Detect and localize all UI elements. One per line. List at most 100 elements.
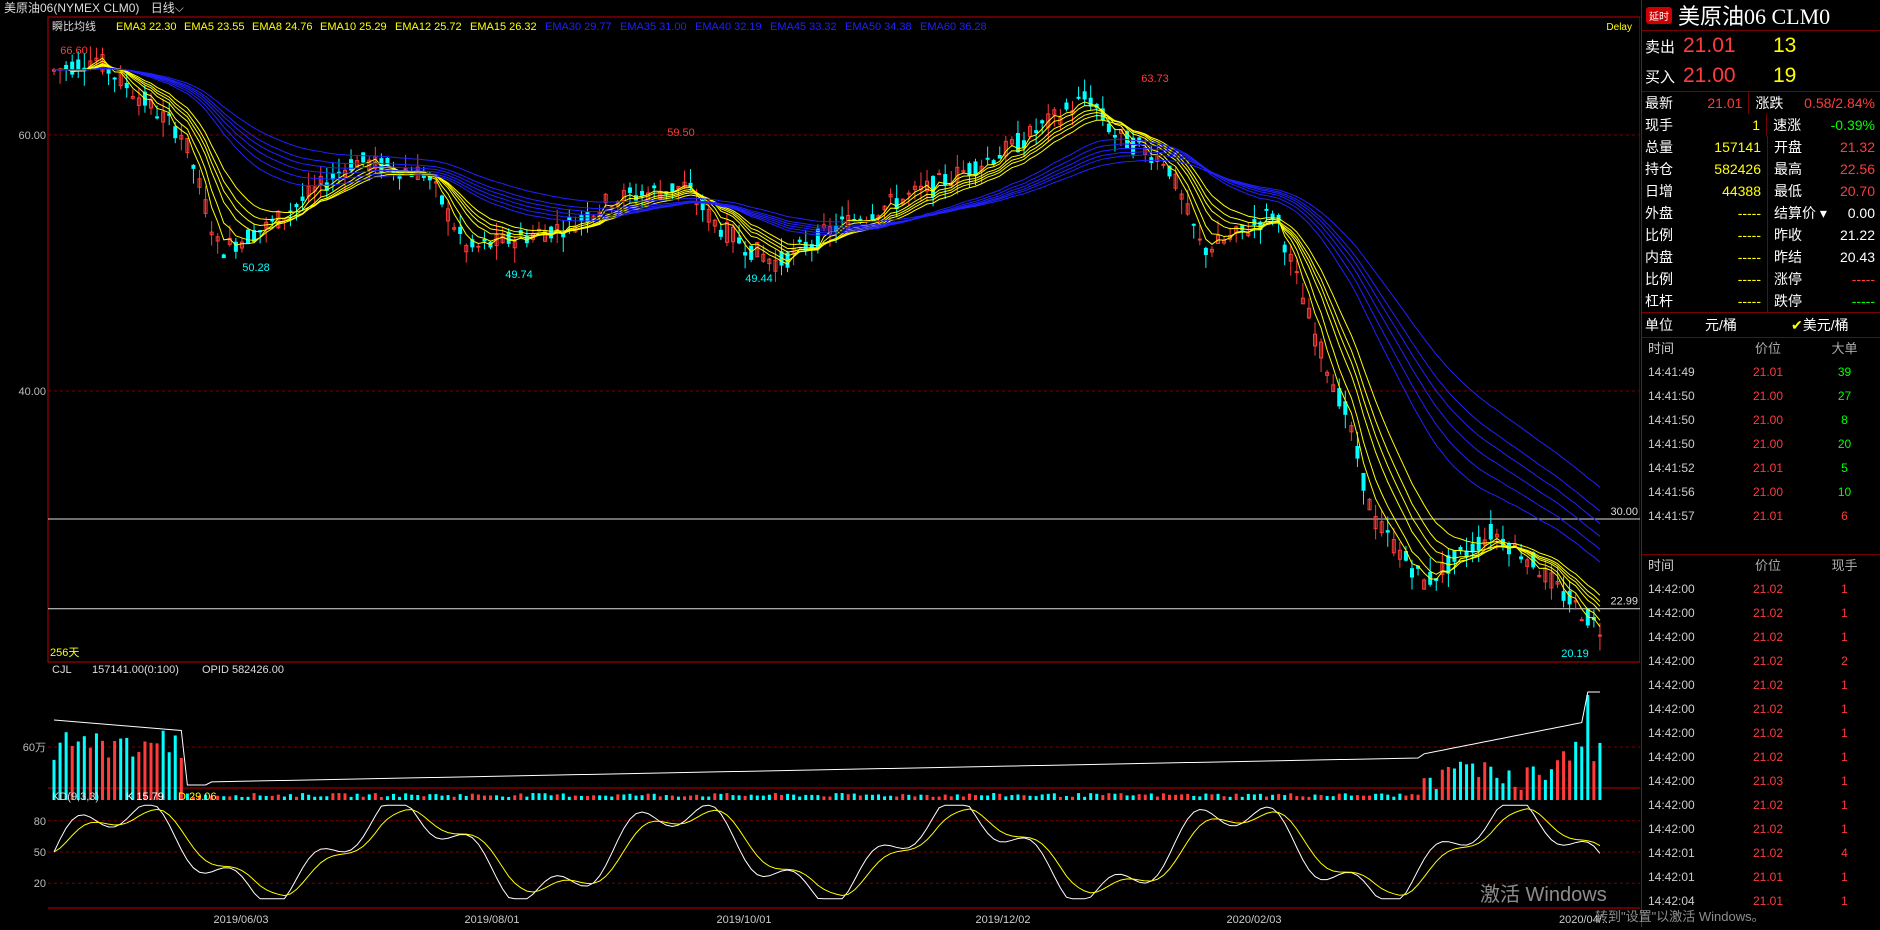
quote-field-label: 持仓 [1645, 161, 1673, 177]
volume-bar [1258, 793, 1262, 800]
tick-volume: 1 [1841, 630, 1848, 644]
volume-bar [161, 730, 165, 800]
volume-bar [1283, 795, 1287, 800]
volume-bar [1331, 796, 1335, 800]
candle-body [737, 237, 742, 244]
ema-legend-item: EMA30 29.77 [545, 21, 612, 33]
big-order-row[interactable]: 14:41:50 21.00 8 [1642, 408, 1880, 432]
volume-bar [1186, 793, 1190, 800]
ask-label: 卖出 [1645, 38, 1676, 56]
volume-bar [658, 796, 662, 800]
volume-bar [864, 794, 868, 800]
tick-row[interactable]: 14:42:01 21.01 1 [1642, 865, 1880, 889]
tick-row[interactable]: 14:42:00 21.02 1 [1642, 601, 1880, 625]
candle-body [985, 157, 990, 160]
tick-row[interactable]: 14:42:00 21.02 1 [1642, 673, 1880, 697]
volume-bar [234, 795, 238, 800]
volume-bar [1392, 796, 1396, 800]
volume-bar [804, 794, 808, 800]
volume-bar [1234, 793, 1238, 800]
volume-bar [1040, 794, 1044, 800]
volume-bar [1004, 796, 1008, 800]
tick-row[interactable]: 14:42:01 21.02 4 [1642, 841, 1880, 865]
candle-body [1034, 130, 1039, 134]
column-header: 大单 [1831, 341, 1858, 356]
quote-row: 内盘 ----- 昨结 20.43 [1642, 246, 1880, 268]
kline-chart[interactable]: 60.00 40.00 30.00 22.99 瞬比均线 EMA3 22.30 EMA5 2… [0, 16, 1641, 927]
volume-bar [1034, 796, 1038, 800]
volume-bar [1374, 793, 1378, 800]
candle-body [1106, 123, 1111, 133]
volume-bar [119, 738, 123, 800]
candle-body [1452, 550, 1457, 562]
column-header: 现手 [1831, 558, 1858, 573]
volume-bar [373, 793, 377, 800]
quote-field-label: 比例 [1645, 227, 1673, 243]
top-bar: 美原油06(NYMEX CLM0) 日线⌵ [0, 0, 1640, 16]
candle-body [1282, 244, 1287, 253]
volume-bar [955, 794, 959, 800]
activation-watermark: 激活 Windows [1480, 884, 1607, 906]
quote-field-value: 20.43 [1839, 249, 1875, 265]
volume-bar [1301, 796, 1305, 800]
volume-bar [361, 796, 365, 800]
tick-list[interactable]: 14:42:00 21.02 1 14:42:00 21.02 1 14:42:00 21.0… [1642, 577, 1880, 913]
quote-field-value: 0.58/2.84% [1804, 95, 1875, 111]
candle-body [506, 231, 511, 244]
volume-bar [1489, 766, 1493, 800]
volume-bar [240, 796, 244, 800]
big-order-row[interactable]: 14:41:57 21.01 6 [1642, 504, 1880, 528]
chart-area[interactable]: 60.00 40.00 30.00 22.99 瞬比均线 EMA3 22.30 EMA5 2… [0, 16, 1641, 927]
unit-cny-option[interactable]: 元/桶 [1705, 315, 1791, 335]
tick-volume: 1 [1841, 870, 1848, 884]
volume-bar [422, 796, 426, 800]
volume-bar [1446, 766, 1450, 800]
tick-row[interactable]: 14:42:00 21.02 1 [1642, 817, 1880, 841]
tick-row[interactable]: 14:42:00 21.02 1 [1642, 721, 1880, 745]
delay-label: Delay [1606, 22, 1632, 33]
big-order-row[interactable]: 14:41:50 21.00 27 [1642, 384, 1880, 408]
volume-bar [392, 793, 395, 800]
big-order-row[interactable]: 14:41:52 21.01 5 [1642, 456, 1880, 480]
order-time: 14:41:50 [1648, 413, 1695, 427]
candle-body [1385, 530, 1390, 533]
ema-legend-item: EMA8 24.76 [252, 21, 313, 33]
symbol-selector[interactable]: 美原油06(NYMEX CLM0) [4, 1, 139, 15]
big-order-list[interactable]: 14:41:49 21.01 39 14:41:50 21.00 27 14:41:50 21… [1642, 360, 1880, 528]
ema-legend-item: EMA10 25.29 [320, 21, 387, 33]
quote-grid: 最新 21.01 涨跌 0.58/2.84% 现手 1 速涨 -0.39% 总量 157141 开盘… [1642, 91, 1880, 313]
volume-bar [707, 796, 711, 800]
tick-row[interactable]: 14:42:00 21.02 1 [1642, 697, 1880, 721]
tick-row[interactable]: 14:42:00 21.02 1 [1642, 745, 1880, 769]
tick-row[interactable]: 14:42:00 21.02 1 [1642, 793, 1880, 817]
order-time: 14:41:57 [1648, 509, 1695, 523]
volume-bar [489, 795, 492, 800]
volume-bar [773, 793, 777, 800]
volume-bar [877, 794, 880, 800]
quote-row: 最新 21.01 涨跌 0.58/2.84% [1642, 92, 1880, 114]
tick-row[interactable]: 14:42:00 21.02 1 [1642, 625, 1880, 649]
tick-row[interactable]: 14:42:00 21.02 2 [1642, 649, 1880, 673]
candle-body [246, 229, 250, 245]
tick-row[interactable]: 14:42:00 21.03 1 [1642, 769, 1880, 793]
ema-legend-item: EMA5 23.55 [184, 21, 245, 33]
big-order-row[interactable]: 14:41:50 21.00 20 [1642, 432, 1880, 456]
period-selector[interactable]: 日线⌵ [147, 1, 184, 15]
candle-body [1579, 619, 1584, 622]
volume-bar [1052, 793, 1056, 800]
volume-bar [434, 794, 438, 800]
volume-bar [1452, 768, 1456, 800]
unit-usd-option[interactable]: 美元/桶 [1803, 315, 1849, 335]
kd-indicator-name: KD(9,3,3) [52, 791, 99, 803]
volume-bar [1337, 793, 1341, 800]
quote-panel: 延时 美原油06 CLM0 卖出 21.01 13 买入 21.00 19 最新… [1641, 0, 1880, 927]
big-order-row[interactable]: 14:41:49 21.01 39 [1642, 360, 1880, 384]
tick-row[interactable]: 14:42:00 21.02 1 [1642, 577, 1880, 601]
column-header: 时间 [1648, 341, 1675, 356]
volume-bar [1174, 794, 1178, 800]
ema-fast-line [53, 65, 1601, 596]
volume-bar [1556, 760, 1559, 800]
volume-bar [798, 796, 802, 800]
ema-fast-line [53, 60, 1601, 621]
big-order-row[interactable]: 14:41:56 21.00 10 [1642, 480, 1880, 504]
